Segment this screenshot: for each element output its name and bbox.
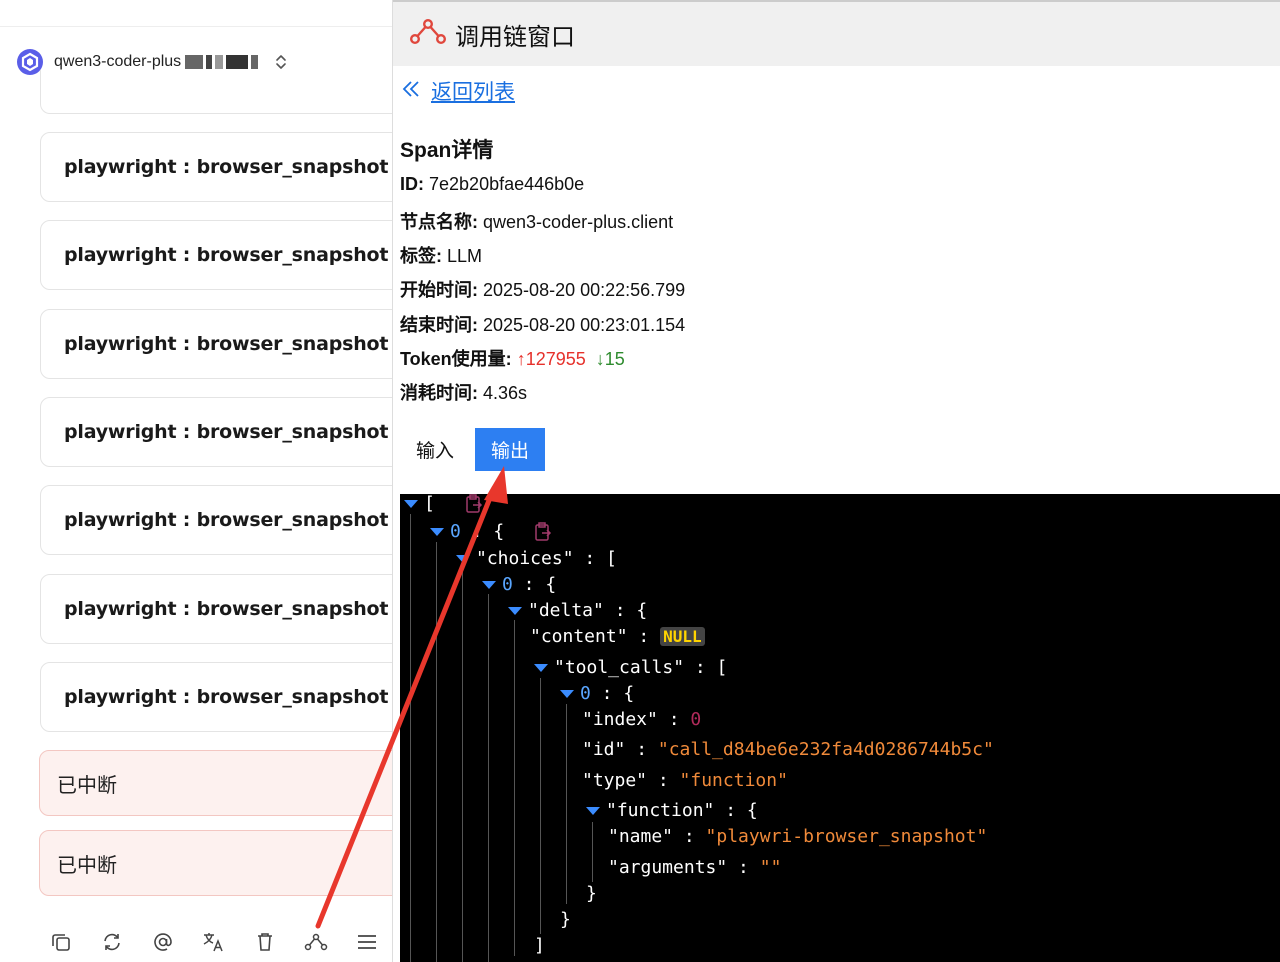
span-id-row: ID: 7e2b20bfae446b0e xyxy=(400,174,584,195)
tab-input[interactable]: 输入 xyxy=(400,428,470,471)
collapse-triangle-icon[interactable] xyxy=(534,664,548,672)
token-output-count: ↓15 xyxy=(595,349,625,369)
stopped-message: 已中断 xyxy=(39,750,392,816)
field-label: Token使用量: xyxy=(400,349,512,369)
tool-call-label: playwright : browser_snapshot xyxy=(64,421,389,443)
json-line[interactable]: 0 : { xyxy=(560,682,634,706)
json-line[interactable]: "delta" : { xyxy=(508,599,647,623)
token-usage-row: Token使用量: ↑127955 ↓15 xyxy=(400,345,625,371)
collapse-triangle-icon[interactable] xyxy=(430,528,444,536)
node-name-row: 节点名称: qwen3-coder-plus.client xyxy=(400,208,673,234)
tool-call-card[interactable]: playwright : browser_snapshot xyxy=(40,220,392,290)
span-title: Span详情 xyxy=(400,139,494,162)
tool-call-label: playwright : browser_snapshot xyxy=(64,333,389,355)
field-value: 4.36s xyxy=(483,383,528,403)
message-toolbar xyxy=(36,922,392,962)
field-label: 消耗时间: xyxy=(400,383,478,403)
json-line: "index" : 0 xyxy=(582,709,702,730)
collapse-triangle-icon[interactable] xyxy=(560,690,574,698)
field-value: 2025-08-20 00:23:01.154 xyxy=(483,315,686,335)
back-row[interactable]: 返回列表 xyxy=(401,76,515,106)
json-line: "id" : "call_d84be6e232fa4d0286744b5c" xyxy=(582,739,994,760)
json-line: "type" : "function" xyxy=(582,770,788,791)
tag-row: 标签: LLM xyxy=(400,242,482,268)
json-line: ] xyxy=(534,935,545,956)
panel-header: 调用链窗口 xyxy=(393,0,1280,66)
chevron-up-down-icon[interactable] xyxy=(274,52,288,72)
end-time-row: 结束时间: 2025-08-20 00:23:01.154 xyxy=(400,311,685,337)
translate-icon[interactable] xyxy=(189,922,240,962)
tool-call-label: playwright : browser_snapshot xyxy=(64,686,389,708)
stopped-message: 已中断 xyxy=(39,830,392,896)
io-tabs: 输入 输出 xyxy=(400,428,546,471)
clipboard-icon[interactable] xyxy=(533,521,553,543)
copy-icon[interactable] xyxy=(36,922,87,962)
field-label: ID: xyxy=(400,174,424,194)
json-line: } xyxy=(586,883,597,904)
field-value: 7e2b20bfae446b0e xyxy=(429,174,585,194)
token-input-count: ↑127955 xyxy=(516,349,586,369)
json-line[interactable]: "function" : { xyxy=(586,799,758,823)
list-item-partial xyxy=(40,70,392,114)
divider xyxy=(0,26,392,27)
tool-call-label: playwright : browser_snapshot xyxy=(64,509,389,531)
tool-call-card[interactable]: playwright : browser_snapshot xyxy=(40,485,392,555)
tool-call-label: playwright : browser_snapshot xyxy=(64,156,389,178)
tab-output[interactable]: 输出 xyxy=(475,428,546,471)
json-line: } xyxy=(560,909,571,930)
at-icon[interactable] xyxy=(138,922,189,962)
json-line[interactable]: "tool_calls" : [ xyxy=(534,656,727,680)
duration-row: 消耗时间: 4.36s xyxy=(400,379,527,405)
json-line[interactable]: 0 : { xyxy=(430,520,553,544)
model-name: qwen3-coder-plus xyxy=(54,53,182,70)
json-line[interactable]: [ xyxy=(404,494,484,516)
field-label: 结束时间: xyxy=(400,315,478,335)
tool-call-card[interactable]: playwright : browser_snapshot xyxy=(40,397,392,467)
redacted-text xyxy=(185,55,259,69)
refresh-icon[interactable] xyxy=(87,922,138,962)
trace-icon[interactable] xyxy=(290,922,341,962)
clipboard-icon[interactable] xyxy=(464,494,484,515)
panel-title: 调用链窗口 xyxy=(455,23,575,51)
tool-call-card[interactable]: playwright : browser_snapshot xyxy=(40,662,392,732)
field-value: 2025-08-20 00:22:56.799 xyxy=(483,280,686,300)
trash-icon[interactable] xyxy=(239,922,290,962)
tool-call-card[interactable]: playwright : browser_snapshot xyxy=(40,309,392,379)
tool-call-label: playwright : browser_snapshot xyxy=(64,598,389,620)
collapse-triangle-icon[interactable] xyxy=(508,607,522,615)
field-value: qwen3-coder-plus.client xyxy=(483,212,674,232)
json-line: "name" : "playwri-browser_snapshot" xyxy=(608,826,988,847)
back-to-list-link[interactable]: 返回列表 xyxy=(431,76,515,106)
tool-call-card[interactable]: playwright : browser_snapshot xyxy=(40,574,392,644)
collapse-triangle-icon[interactable] xyxy=(482,581,496,589)
trace-icon xyxy=(409,17,447,52)
json-viewer: [ 0 : { "choices" : [ 0 : { "delta" : { … xyxy=(400,494,1280,962)
collapse-triangle-icon[interactable] xyxy=(456,555,470,563)
start-time-row: 开始时间: 2025-08-20 00:22:56.799 xyxy=(400,276,685,302)
field-label: 开始时间: xyxy=(400,280,478,300)
tool-call-card[interactable]: playwright : browser_snapshot xyxy=(40,132,392,202)
json-line[interactable]: 0 : { xyxy=(482,573,556,597)
field-label: 标签: xyxy=(400,246,442,266)
field-label: 节点名称: xyxy=(400,212,478,232)
menu-icon[interactable] xyxy=(341,922,392,962)
field-value: LLM xyxy=(447,246,483,266)
double-chevron-left-icon[interactable] xyxy=(401,79,421,104)
collapse-triangle-icon[interactable] xyxy=(404,500,418,508)
json-line: "content" : NULL xyxy=(530,625,705,649)
chat-panel: qwen3-coder-plus playwright : browser_sn… xyxy=(0,0,392,962)
json-line[interactable]: "choices" : [ xyxy=(456,547,617,571)
stopped-label: 已中断 xyxy=(57,774,117,797)
tool-call-label: playwright : browser_snapshot xyxy=(64,244,389,266)
stopped-label: 已中断 xyxy=(57,854,117,877)
collapse-triangle-icon[interactable] xyxy=(586,807,600,815)
json-line: "arguments" : "" xyxy=(608,857,782,878)
trace-panel: 调用链窗口 返回列表 Span详情 ID: 7e2b20bfae446b0e 节… xyxy=(392,0,1280,962)
